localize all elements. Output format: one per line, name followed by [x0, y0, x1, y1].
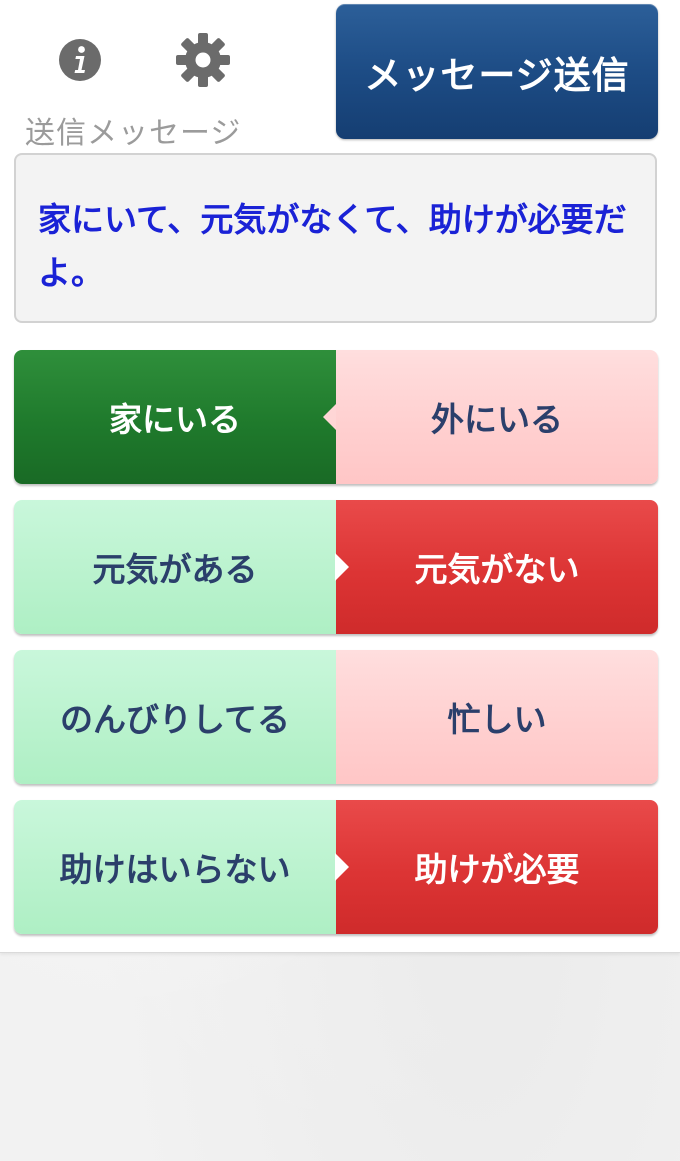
toggle-row-energy: 元気がある 元気がない	[14, 500, 658, 634]
toggle-label: 元気がない	[414, 550, 580, 589]
toggle-row-busy: のんびりしてる 忙しい	[14, 650, 658, 784]
toggle-energetic[interactable]: 元気がある	[14, 500, 336, 634]
selected-notch	[335, 853, 349, 881]
selected-notch	[335, 553, 349, 581]
toggle-row-location: 家にいる 外にいる	[14, 350, 658, 484]
toggle-need-help[interactable]: 助けが必要	[335, 800, 658, 934]
toggle-label: 助けはいらない	[59, 850, 291, 889]
toggle-label: 忙しい	[447, 700, 547, 739]
toggle-label: 助けが必要	[414, 850, 580, 889]
toggle-label: 家にいる	[109, 400, 241, 439]
toggle-not-energetic[interactable]: 元気がない	[335, 500, 658, 634]
toggle-at-home[interactable]: 家にいる	[14, 350, 337, 484]
info-button[interactable]	[50, 28, 110, 92]
main-panel: 送信メッセージ メッセージ送信 家にいて、元気がなくて、助けが必要だよ。 家にい…	[0, 0, 680, 953]
settings-button[interactable]	[173, 28, 233, 92]
gear-icon	[176, 33, 230, 87]
sent-message-label: 送信メッセージ	[25, 116, 242, 151]
toggle-relaxed[interactable]: のんびりしてる	[14, 650, 336, 784]
toggle-no-help-needed[interactable]: 助けはいらない	[14, 800, 336, 934]
toggle-row-help: 助けはいらない 助けが必要	[14, 800, 658, 934]
toggle-label: 元気がある	[92, 550, 258, 589]
toggle-label: 外にいる	[431, 400, 563, 439]
message-text: 家にいて、元気がなくて、助けが必要だよ。	[38, 200, 627, 292]
toggle-outside[interactable]: 外にいる	[336, 350, 658, 484]
message-preview: 家にいて、元気がなくて、助けが必要だよ。	[14, 153, 657, 323]
selected-notch	[323, 403, 337, 431]
send-message-button[interactable]: メッセージ送信	[336, 4, 658, 139]
background-paper	[0, 953, 680, 1161]
info-icon	[59, 39, 101, 81]
toggle-label: のんびりしてる	[59, 700, 290, 739]
toggle-busy[interactable]: 忙しい	[336, 650, 658, 784]
